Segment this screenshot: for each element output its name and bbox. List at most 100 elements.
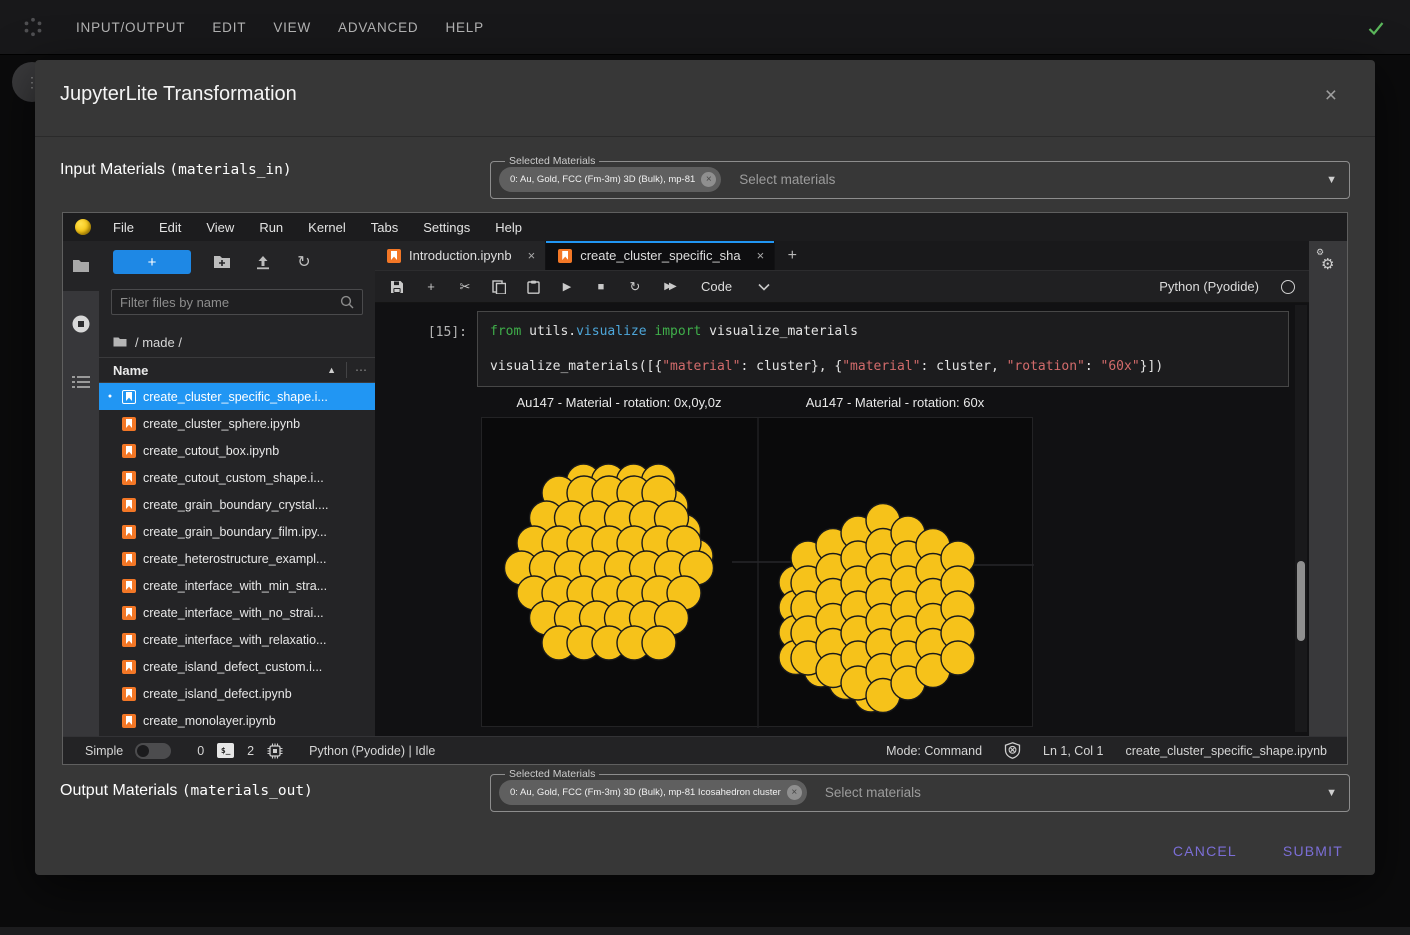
- cancel-button[interactable]: CANCEL: [1173, 843, 1237, 859]
- jupyter-menu-item[interactable]: Tabs: [371, 220, 398, 235]
- notebook-toolbar: + ✂ ▶ ■ ↻ ▶▶ Code: [375, 271, 1309, 303]
- apply-check-icon[interactable]: [1366, 18, 1386, 38]
- kernel-status-icon[interactable]: [1281, 280, 1295, 294]
- cursor-position[interactable]: Ln 1, Col 1: [1043, 744, 1103, 758]
- active-filename[interactable]: create_cluster_specific_shape.ipynb: [1125, 744, 1327, 758]
- app-menu-item[interactable]: EDIT: [212, 20, 246, 35]
- new-launcher-button[interactable]: +: [113, 250, 191, 274]
- cell-type-value: Code: [701, 279, 732, 294]
- name-column-header[interactable]: Name: [113, 363, 148, 378]
- chevron-down-icon: [758, 283, 770, 291]
- terminal-count: 0: [197, 744, 204, 758]
- copy-cell-button[interactable]: [491, 279, 507, 295]
- notebook-content[interactable]: [15]: from utils.visualize import visual…: [375, 303, 1293, 736]
- submit-button[interactable]: SUBMIT: [1283, 843, 1343, 859]
- sidebar-tab-running[interactable]: [63, 299, 99, 349]
- column-separator: [346, 362, 347, 378]
- output-materials-text: Output Materials: [60, 782, 182, 799]
- file-item[interactable]: create_island_defect_custom.i...: [99, 653, 375, 680]
- app-menu-item[interactable]: VIEW: [273, 20, 311, 35]
- trust-shield-icon[interactable]: [1004, 742, 1021, 759]
- sidebar-tab-toc[interactable]: [63, 357, 99, 407]
- home-folder-icon: [113, 336, 127, 348]
- tab-create-cluster-specific-shape[interactable]: create_cluster_specific_sha ×: [546, 241, 775, 270]
- restart-kernel-button[interactable]: ↻: [627, 279, 643, 295]
- file-filter-input[interactable]: [120, 295, 340, 310]
- dialog-header: JupyterLite Transformation ×: [35, 60, 1375, 137]
- refresh-files-button[interactable]: ↻: [294, 252, 314, 272]
- output-select-caret-icon[interactable]: ▼: [1326, 787, 1337, 799]
- notebook-scrollbar[interactable]: [1295, 305, 1307, 732]
- file-filter[interactable]: [111, 289, 363, 315]
- stop-kernel-button[interactable]: ■: [593, 279, 609, 295]
- new-tab-button[interactable]: +: [775, 241, 809, 270]
- file-item[interactable]: create_interface_with_min_stra...: [99, 572, 375, 599]
- app-menu-item[interactable]: INPUT/OUTPUT: [76, 20, 185, 35]
- run-cell-button[interactable]: ▶: [559, 279, 575, 295]
- dialog-close-icon[interactable]: ×: [1325, 84, 1337, 108]
- tab-close-icon[interactable]: ×: [528, 248, 536, 263]
- cpu-chip-icon[interactable]: [267, 743, 283, 759]
- input-select-caret-icon[interactable]: ▼: [1326, 174, 1337, 186]
- jupyter-menu-item[interactable]: Settings: [423, 220, 470, 235]
- restart-run-all-button[interactable]: ▶▶: [661, 279, 677, 295]
- insert-cell-button[interactable]: +: [423, 279, 439, 295]
- kernel-state[interactable]: Python (Pyodide) | Idle: [309, 744, 435, 758]
- file-item[interactable]: create_cutout_custom_shape.i...: [99, 464, 375, 491]
- paste-cell-button[interactable]: [525, 279, 541, 295]
- save-button[interactable]: [389, 279, 405, 295]
- output-material-chip[interactable]: 0: Au, Gold, FCC (Fm-3m) 3D (Bulk), mp-8…: [499, 780, 807, 805]
- sidebar-tab-files[interactable]: [63, 241, 99, 291]
- input-chip-remove-icon[interactable]: ×: [701, 172, 716, 187]
- app-menu-item[interactable]: ADVANCED: [338, 20, 418, 35]
- tab-introduction[interactable]: Introduction.ipynb ×: [375, 241, 546, 270]
- input-materials-select[interactable]: Selected Materials 0: Au, Gold, FCC (Fm-…: [490, 155, 1350, 199]
- input-material-chip[interactable]: 0: Au, Gold, FCC (Fm-3m) 3D (Bulk), mp-8…: [499, 167, 721, 192]
- au147-cluster-60x: [779, 504, 975, 713]
- file-item[interactable]: create_island_defect.ipynb: [99, 680, 375, 707]
- scrollbar-thumb[interactable]: [1297, 561, 1305, 641]
- upload-button[interactable]: [253, 252, 273, 272]
- column-options-icon[interactable]: ⋯: [355, 363, 367, 377]
- tab-close-icon[interactable]: ×: [757, 248, 765, 263]
- terminal-icon[interactable]: $_: [217, 743, 234, 758]
- jupyter-menu-item[interactable]: File: [113, 220, 134, 235]
- file-list-header[interactable]: Name ▲ ⋯: [99, 357, 375, 383]
- output-materials-search[interactable]: [825, 785, 1326, 800]
- jupyter-menu-item[interactable]: Kernel: [308, 220, 346, 235]
- sort-ascending-icon[interactable]: ▲: [327, 365, 336, 375]
- file-item[interactable]: create_cutout_box.ipynb: [99, 437, 375, 464]
- cluster-visualization[interactable]: [482, 418, 1034, 728]
- jupyter-menu-item[interactable]: View: [206, 220, 234, 235]
- output-materials-select[interactable]: Selected Materials 0: Au, Gold, FCC (Fm-…: [490, 768, 1350, 812]
- input-materials-search[interactable]: [739, 172, 1326, 187]
- file-item[interactable]: create_grain_boundary_film.ipy...: [99, 518, 375, 545]
- file-item[interactable]: create_cluster_sphere.ipynb: [99, 410, 375, 437]
- notebook-icon: [122, 579, 136, 593]
- file-item[interactable]: create_heterostructure_exampl...: [99, 545, 375, 572]
- jupyter-menu-item[interactable]: Run: [259, 220, 283, 235]
- jupyter-menu-item[interactable]: Edit: [159, 220, 181, 235]
- code-cell[interactable]: [15]: from utils.visualize import visual…: [375, 311, 1293, 387]
- file-item[interactable]: create_interface_with_no_strai...: [99, 599, 375, 626]
- editor-mode[interactable]: Mode: Command: [886, 744, 982, 758]
- file-item[interactable]: create_grain_boundary_crystal....: [99, 491, 375, 518]
- notebook-icon: [122, 633, 136, 647]
- jupyter-menu-item[interactable]: Help: [495, 220, 522, 235]
- simple-mode-label: Simple: [85, 744, 123, 758]
- output-chip-remove-icon[interactable]: ×: [787, 785, 802, 800]
- new-folder-button[interactable]: [212, 252, 232, 272]
- cut-cell-button[interactable]: ✂: [457, 279, 473, 295]
- file-item[interactable]: create_monolayer.ipynb: [99, 707, 375, 734]
- file-item[interactable]: create_interface_with_relaxatio...: [99, 626, 375, 653]
- cell-type-select[interactable]: Code: [701, 279, 770, 294]
- jupyter-menu-bar: File Edit View Run Kernel Tabs Settings Help: [63, 213, 1347, 241]
- file-item[interactable]: ●create_cluster_specific_shape.i...: [99, 383, 375, 410]
- breadcrumb[interactable]: / made /: [99, 327, 375, 357]
- breadcrumb-path: / made /: [135, 335, 182, 350]
- app-menu-item[interactable]: HELP: [445, 20, 483, 35]
- kernel-name[interactable]: Python (Pyodide): [1159, 279, 1259, 294]
- simple-mode-toggle[interactable]: [135, 743, 171, 759]
- materials-visualization[interactable]: [481, 417, 1033, 727]
- cell-editor[interactable]: from utils.visualize import visualize_ma…: [477, 311, 1289, 387]
